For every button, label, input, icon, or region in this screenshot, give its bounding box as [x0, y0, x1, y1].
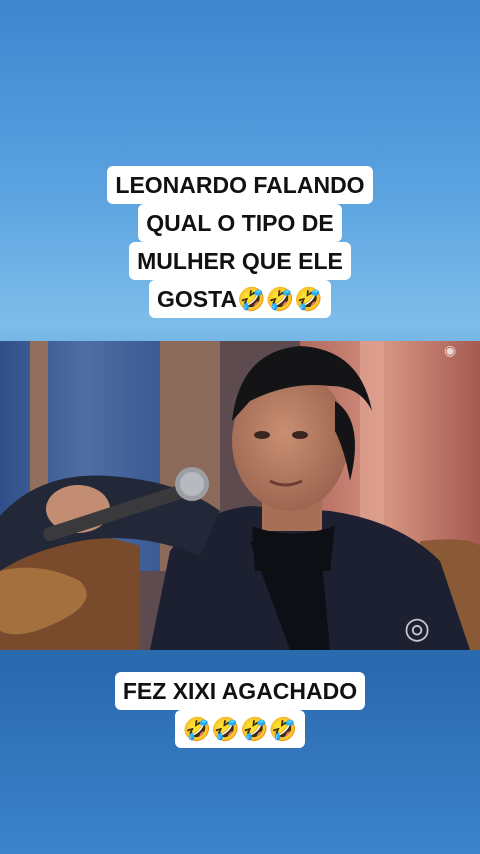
top-caption-line-2: QUAL O TIPO DE — [138, 204, 342, 242]
tv-network-logo-icon: ◎ — [404, 611, 431, 646]
top-caption-line-1: LEONARDO FALANDO — [107, 166, 373, 204]
top-caption-line-4: GOSTA🤣🤣🤣 — [149, 280, 331, 318]
bottom-caption-line-1: FEZ XIXI AGACHADO — [114, 672, 366, 710]
top-caption: LEONARDO FALANDO QUAL O TIPO DE MULHER Q… — [0, 166, 480, 318]
tv-network-logo-icon: ◉ — [444, 343, 457, 359]
video-scene — [0, 341, 480, 650]
bottom-caption-line-2: 🤣🤣🤣🤣 — [174, 710, 306, 748]
video-frame[interactable]: ◉ ◎ — [0, 341, 480, 650]
top-caption-line-3: MULHER QUE ELE — [129, 242, 351, 280]
bottom-caption: FEZ XIXI AGACHADO 🤣🤣🤣🤣 — [0, 672, 480, 748]
